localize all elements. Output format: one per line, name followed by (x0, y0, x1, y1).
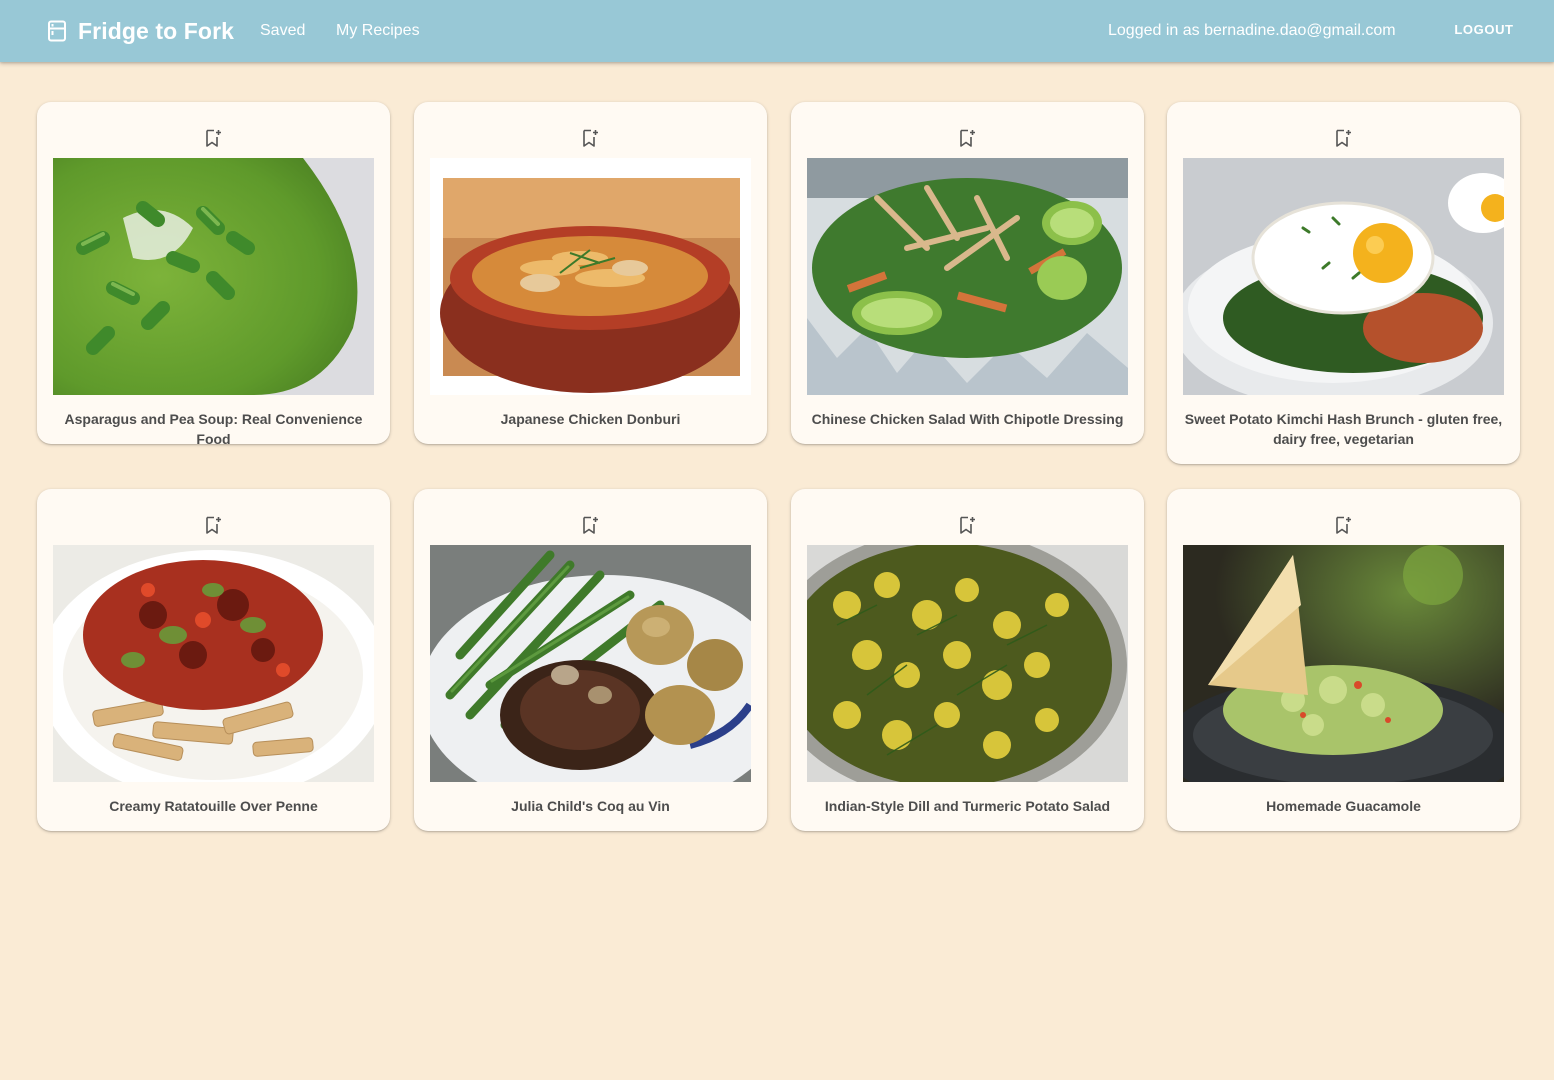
recipe-card[interactable]: Homemade Guacamole (1167, 489, 1520, 831)
recipe-image[interactable] (1183, 158, 1504, 395)
app-title: Fridge to Fork (78, 18, 235, 44)
recipe-card[interactable]: Chinese Chicken Salad With Chipotle Dres… (791, 102, 1144, 444)
recipe-card[interactable]: Creamy Ratatouille Over Penne (37, 489, 390, 831)
recipe-title[interactable]: Homemade Guacamole (1179, 796, 1508, 816)
brand[interactable]: Fridge to Fork (47, 17, 234, 45)
recipe-image[interactable] (430, 158, 751, 395)
bookmark-add-icon[interactable] (957, 128, 977, 148)
recipe-image[interactable] (53, 158, 374, 395)
bookmark-add-icon[interactable] (580, 515, 600, 535)
recipe-title[interactable]: Asparagus and Pea Soup: Real Convenience… (49, 409, 378, 449)
recipe-title[interactable]: Japanese Chicken Donburi (426, 409, 755, 429)
bookmark-add-icon[interactable] (203, 128, 223, 148)
app-header: Fridge to Fork Saved My Recipes Logged i… (0, 0, 1554, 62)
recipe-card[interactable]: Indian-Style Dill and Turmeric Potato Sa… (791, 489, 1144, 831)
nav-my-recipes-link[interactable]: My Recipes (336, 21, 420, 41)
fridge-icon (47, 20, 67, 42)
recipe-title[interactable]: Sweet Potato Kimchi Hash Brunch - gluten… (1179, 409, 1508, 449)
logged-in-user: Logged in as bernadine.dao@gmail.com (1108, 22, 1396, 39)
recipe-title[interactable]: Chinese Chicken Salad With Chipotle Dres… (803, 409, 1132, 429)
recipe-image[interactable] (1183, 545, 1504, 782)
recipe-title[interactable]: Indian-Style Dill and Turmeric Potato Sa… (803, 796, 1132, 816)
recipe-card[interactable]: Sweet Potato Kimchi Hash Brunch - gluten… (1167, 102, 1520, 464)
recipe-image[interactable] (807, 545, 1128, 782)
recipe-image[interactable] (430, 545, 751, 782)
recipe-card[interactable]: Julia Child's Coq au Vin (414, 489, 767, 831)
bookmark-add-icon[interactable] (1333, 128, 1353, 148)
recipe-image[interactable] (807, 158, 1128, 395)
recipe-card[interactable]: Japanese Chicken Donburi (414, 102, 767, 444)
logout-button[interactable]: LOGOUT (1442, 14, 1526, 46)
recipe-image[interactable] (53, 545, 374, 782)
recipe-title[interactable]: Julia Child's Coq au Vin (426, 796, 755, 816)
recipe-title[interactable]: Creamy Ratatouille Over Penne (49, 796, 378, 816)
bookmark-add-icon[interactable] (1333, 515, 1353, 535)
bookmark-add-icon[interactable] (957, 515, 977, 535)
recipe-card[interactable]: Asparagus and Pea Soup: Real Convenience… (37, 102, 390, 447)
nav-saved-link[interactable]: Saved (260, 21, 305, 41)
bookmark-add-icon[interactable] (203, 515, 223, 535)
bookmark-add-icon[interactable] (580, 128, 600, 148)
